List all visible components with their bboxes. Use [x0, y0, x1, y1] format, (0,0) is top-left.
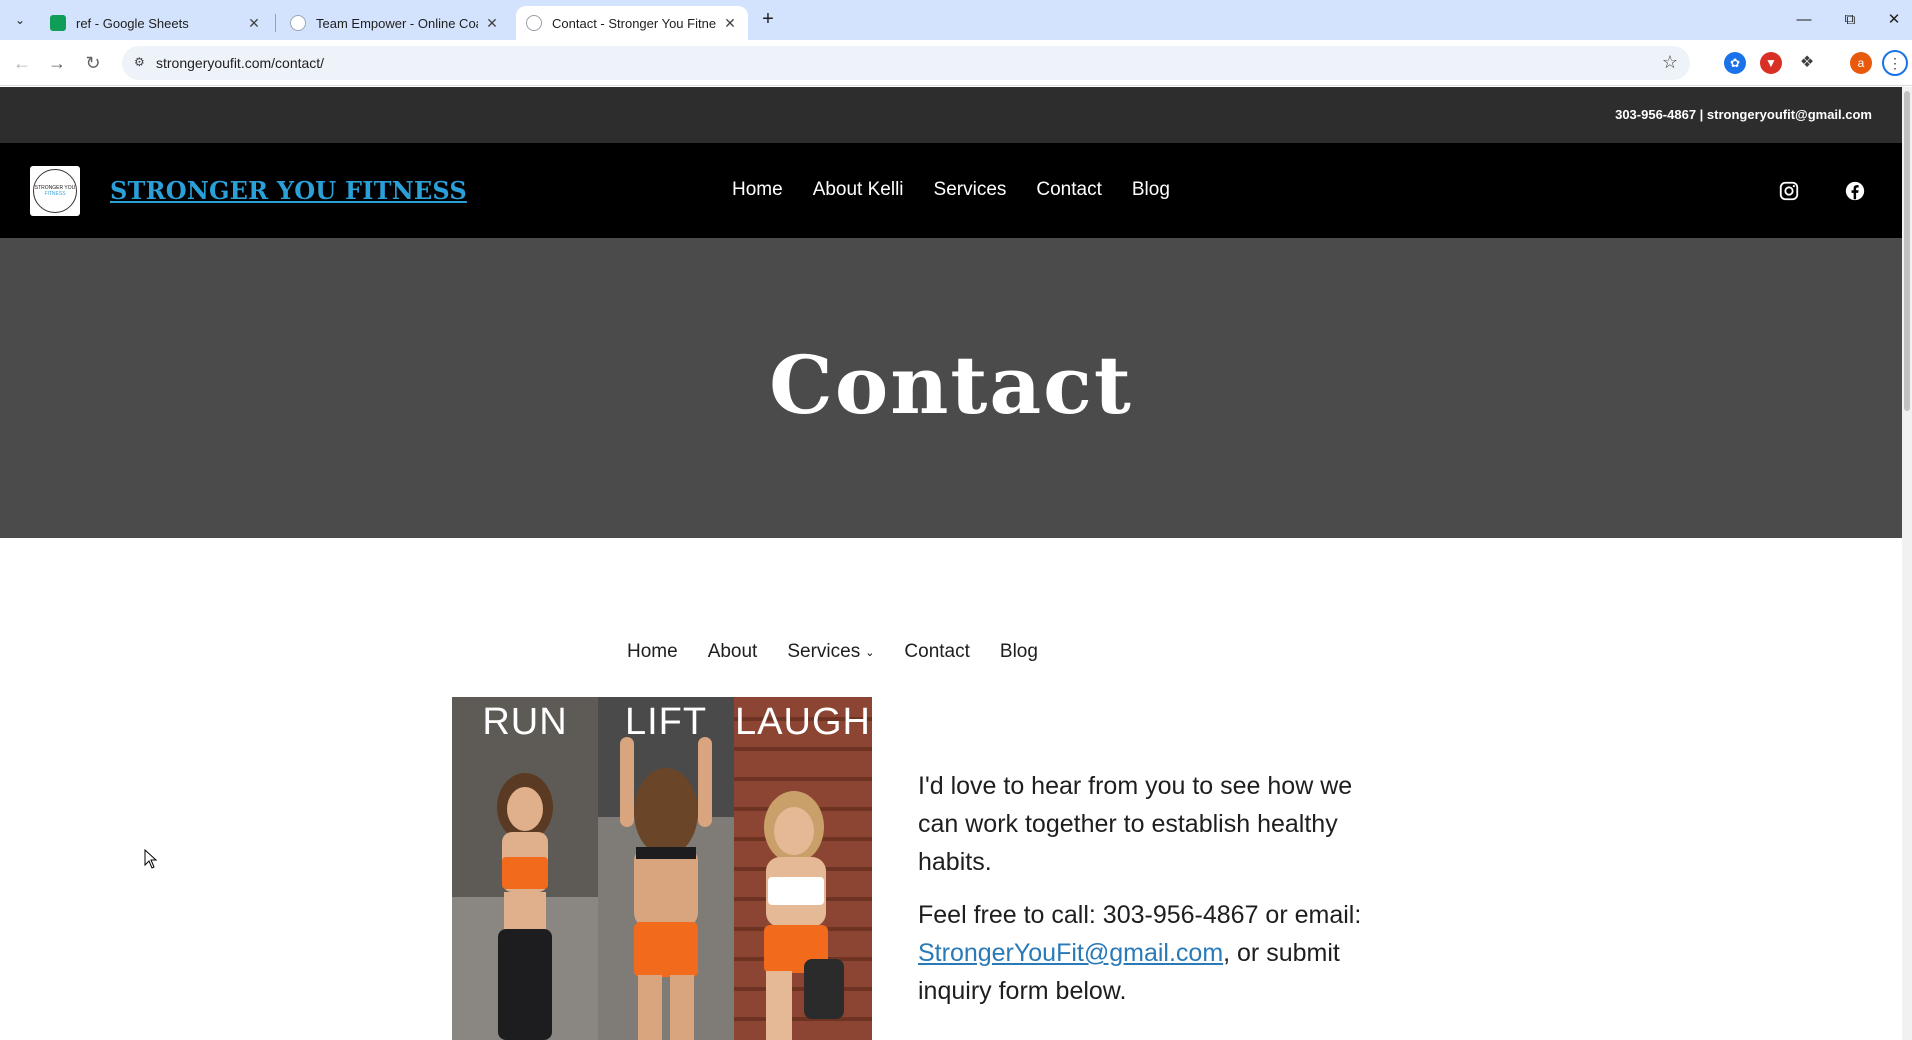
- run-lift-laugh-photo: RUN LIFT LAUGH: [452, 697, 872, 1040]
- page-scrollbar[interactable]: [1902, 87, 1912, 1040]
- site-globe-icon: [526, 15, 542, 31]
- team-empower-icon: [290, 15, 306, 31]
- page-hero: Contact: [0, 238, 1902, 538]
- runner-figure: [452, 697, 598, 1040]
- browser-toolbar: ← → ↻ ⚙ strongeryoufit.com/contact/ ☆ ✿ …: [0, 40, 1912, 86]
- main-nav: Home About Kelli Services Contact Blog: [732, 179, 1170, 201]
- secondary-nav: Home About Services ⌄ Contact Blog: [627, 641, 1038, 663]
- site-name-link[interactable]: STRONGER YOU FITNESS: [110, 176, 467, 205]
- subnav-about[interactable]: About: [708, 641, 758, 663]
- photo-panel-laugh: LAUGH: [734, 697, 872, 1040]
- intro-paragraph-1: I'd love to hear from you to see how we …: [918, 772, 1353, 876]
- back-icon[interactable]: ←: [8, 49, 36, 77]
- reload-icon[interactable]: ↻: [79, 49, 107, 77]
- intro-paragraph-2: Feel free to call: 303-956-4867 or email…: [918, 896, 1398, 1010]
- browser-menu-icon[interactable]: ⋮: [1882, 50, 1908, 76]
- photo-word-run: RUN: [482, 701, 568, 743]
- contact-intro: I'd love to hear from you to see how we …: [918, 767, 1398, 1025]
- contact-topbar: 303-956-4867 | strongeryoufit@gmail.com: [0, 87, 1902, 143]
- extension-icon[interactable]: ✿: [1724, 52, 1746, 74]
- close-icon[interactable]: ✕: [722, 15, 738, 31]
- subnav-services[interactable]: Services ⌄: [787, 641, 874, 663]
- shield-extension-icon[interactable]: ▼: [1760, 52, 1782, 74]
- new-tab-button[interactable]: +: [756, 8, 780, 32]
- subnav-services-label[interactable]: Services: [787, 641, 860, 663]
- nav-about-kelli[interactable]: About Kelli: [813, 179, 904, 201]
- logo-emblem: STRONGER YOU FITNESS: [33, 169, 77, 213]
- subnav-contact[interactable]: Contact: [904, 641, 969, 663]
- tab-title: Team Empower - Online Coachi: [316, 15, 478, 31]
- browser-tab-strip: ⌄ ref - Google Sheets ✕ Team Empower - O…: [0, 0, 1912, 40]
- tab-contact-stronger-you[interactable]: Contact - Stronger You Fitness ✕: [516, 6, 748, 40]
- laughing-figure: [734, 697, 872, 1040]
- tab-search-chevron-icon[interactable]: ⌄: [8, 8, 32, 32]
- facebook-icon[interactable]: [1844, 180, 1866, 202]
- scrollbar-thumb[interactable]: [1904, 91, 1910, 411]
- tab-team-empower[interactable]: Team Empower - Online Coachi ✕: [280, 6, 510, 40]
- photo-panel-lift: LIFT: [598, 697, 734, 1040]
- google-sheets-icon: [50, 15, 66, 31]
- tab-ref-google-sheets[interactable]: ref - Google Sheets ✕: [40, 6, 272, 40]
- close-icon[interactable]: ✕: [246, 15, 262, 31]
- topbar-contact-line[interactable]: 303-956-4867 | strongeryoufit@gmail.com: [1615, 107, 1872, 122]
- address-bar[interactable]: ⚙ strongeryoufit.com/contact/ ☆: [122, 46, 1690, 80]
- web-page: 303-956-4867 | strongeryoufit@gmail.com …: [0, 87, 1902, 1040]
- nav-contact[interactable]: Contact: [1036, 179, 1101, 201]
- subnav-blog[interactable]: Blog: [1000, 641, 1038, 663]
- lifter-figure: [598, 697, 734, 1040]
- site-info-icon[interactable]: ⚙: [134, 55, 150, 71]
- instagram-icon[interactable]: [1778, 180, 1800, 202]
- page-title: Contact: [769, 338, 1133, 432]
- extensions-puzzle-icon[interactable]: ❖: [1796, 52, 1818, 74]
- site-header: STRONGER YOU FITNESS STRONGER YOU FITNES…: [0, 143, 1902, 238]
- close-icon[interactable]: ✕: [484, 15, 500, 31]
- mouse-cursor-icon: [144, 849, 158, 869]
- photo-word-laugh: LAUGH: [735, 701, 871, 743]
- chevron-down-icon[interactable]: ⌄: [865, 646, 874, 659]
- intro-call-text: Feel free to call: 303-956-4867 or email…: [918, 901, 1362, 929]
- logo-line2: FITNESS: [44, 191, 66, 197]
- close-window-icon[interactable]: ✕: [1872, 6, 1912, 34]
- site-logo[interactable]: STRONGER YOU FITNESS: [30, 166, 80, 216]
- tab-title: Contact - Stronger You Fitness: [552, 15, 716, 31]
- minimize-icon[interactable]: —: [1782, 6, 1826, 34]
- nav-blog[interactable]: Blog: [1132, 179, 1170, 201]
- nav-home[interactable]: Home: [732, 179, 783, 201]
- subnav-home[interactable]: Home: [627, 641, 678, 663]
- photo-word-lift: LIFT: [624, 701, 708, 743]
- tab-title: ref - Google Sheets: [76, 15, 189, 31]
- nav-services[interactable]: Services: [934, 179, 1007, 201]
- bookmark-star-icon[interactable]: ☆: [1662, 52, 1678, 73]
- email-link[interactable]: StrongerYouFit@gmail.com: [918, 939, 1223, 967]
- profile-avatar[interactable]: a: [1850, 52, 1872, 74]
- restore-icon[interactable]: ⧉: [1828, 6, 1872, 34]
- forward-icon[interactable]: →: [43, 49, 71, 77]
- url-text[interactable]: strongeryoufit.com/contact/: [156, 55, 324, 71]
- photo-panel-run: RUN: [452, 697, 598, 1040]
